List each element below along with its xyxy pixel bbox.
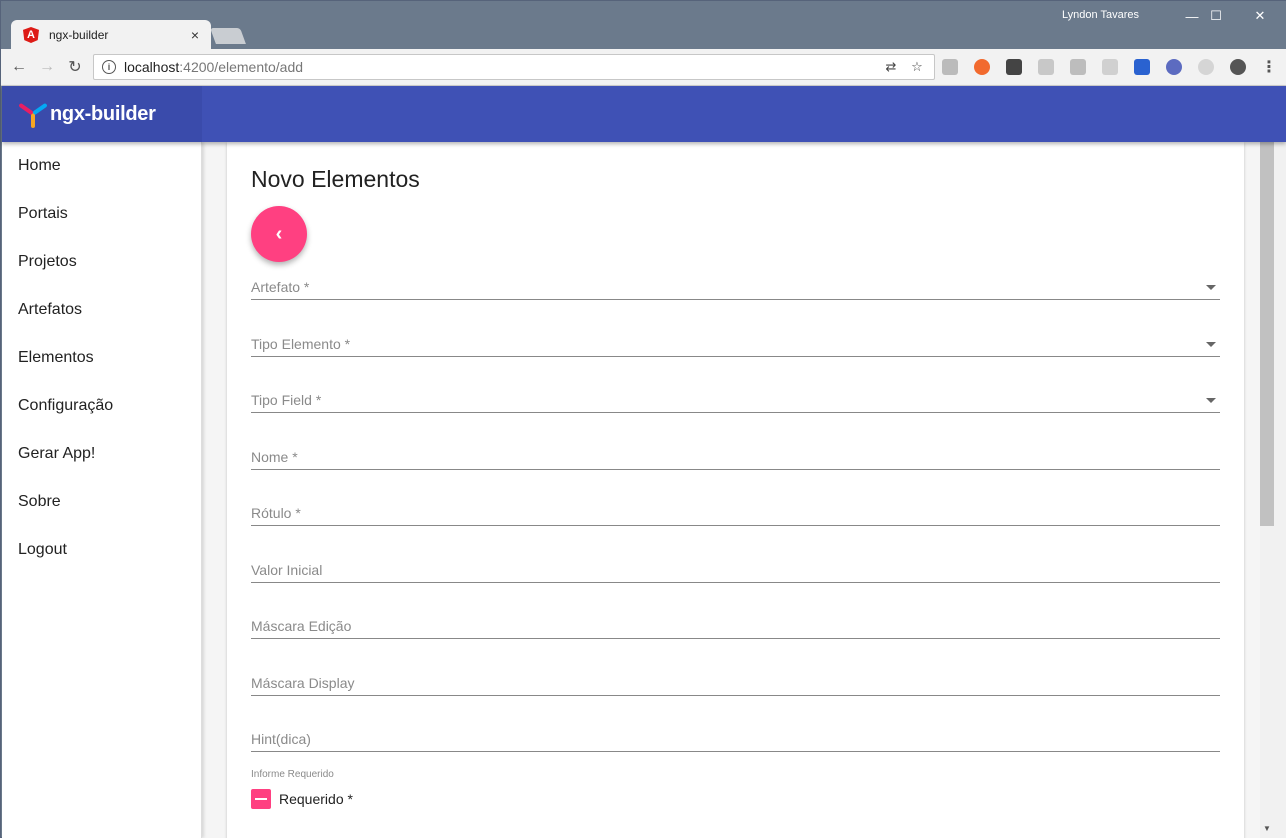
field-label: Valor Inicial — [251, 562, 323, 578]
gear-extension-icon[interactable] — [1038, 59, 1054, 75]
pocket-extension-icon[interactable] — [1006, 59, 1022, 75]
nav-item-portais[interactable]: Portais — [2, 190, 201, 238]
field-label: Máscara Edição — [251, 618, 352, 634]
field-label: Artefato * — [251, 279, 310, 295]
dropdown-arrow-icon — [1206, 285, 1216, 290]
ruler-extension-icon[interactable] — [1102, 59, 1118, 75]
url-path: :4200/elemento/add — [179, 59, 304, 75]
color-extension-icon[interactable] — [1134, 59, 1150, 75]
nav-item-artefatos[interactable]: Artefatos — [2, 286, 201, 334]
lifebuoy-extension-icon[interactable] — [974, 59, 990, 75]
tipo-elemento-select[interactable]: Tipo Elemento * — [251, 327, 1220, 357]
window-maximize-button[interactable]: ☐ — [1194, 4, 1238, 28]
rotulo-input[interactable]: Rótulo * — [251, 496, 1220, 526]
tab-close-icon[interactable]: × — [191, 27, 199, 43]
field-label: Máscara Display — [251, 675, 355, 691]
scroll-down-arrow-icon[interactable]: ▼ — [1260, 824, 1274, 834]
dropdown-arrow-icon — [1206, 398, 1216, 403]
browser-tab[interactable]: A ngx-builder × — [11, 20, 211, 50]
indeterminate-dash-icon — [255, 798, 267, 800]
brand-name: ngx-builder — [50, 102, 156, 125]
artefato-select[interactable]: Artefato * — [251, 270, 1220, 300]
chevron-left-icon: ‹ — [275, 222, 283, 245]
field-label: Tipo Field * — [251, 392, 322, 408]
page-scrollbar[interactable]: ▼ — [1260, 142, 1286, 838]
nome-input[interactable]: Nome * — [251, 440, 1220, 470]
required-checkbox-label[interactable]: Requerido * — [279, 791, 353, 807]
nav-item-sobre[interactable]: Sobre — [2, 478, 201, 526]
new-tab-button[interactable] — [210, 28, 246, 44]
info-icon[interactable]: i — [102, 60, 116, 74]
reload-icon[interactable]: ↻ — [65, 57, 85, 77]
tipo-field-select[interactable]: Tipo Field * — [251, 383, 1220, 413]
nav-item-configuracao[interactable]: Configuração — [2, 382, 201, 430]
scrollbar-thumb[interactable] — [1260, 142, 1274, 526]
hint-input[interactable]: Hint(dica) — [251, 722, 1220, 752]
field-label: Rótulo * — [251, 505, 301, 521]
redux-extension-icon[interactable] — [1166, 59, 1182, 75]
url-host: localhost — [124, 59, 180, 75]
app-toolbar: ngx-builder — [2, 86, 1286, 142]
window-close-button[interactable]: ✕ — [1238, 4, 1282, 28]
back-icon[interactable]: ← — [9, 57, 29, 77]
app-root: ngx-builder Home Portais Projetos Artefa… — [2, 86, 1286, 838]
required-checkbox-row[interactable]: Requerido * — [251, 789, 353, 809]
nav-item-logout[interactable]: Logout — [2, 526, 201, 574]
mascara-display-input[interactable]: Máscara Display — [251, 666, 1220, 696]
star-icon[interactable]: ☆ — [908, 58, 926, 76]
dropdown-arrow-icon — [1206, 342, 1216, 347]
url-text[interactable]: localhost:4200/elemento/add — [124, 59, 874, 75]
tag-extension-icon[interactable] — [1198, 59, 1214, 75]
browser-window: A ngx-builder × Lyndon Tavares ← → ↻ i l… — [0, 0, 1286, 838]
menu-kebab-icon[interactable]: ⋮ — [1259, 57, 1279, 77]
translate-icon[interactable]: ⇄ — [882, 58, 900, 76]
evernote-extension-icon[interactable] — [1230, 59, 1246, 75]
profile-name[interactable]: Lyndon Tavares — [1062, 9, 1139, 21]
forward-icon[interactable]: → — [37, 57, 57, 77]
address-bar[interactable]: i localhost:4200/elemento/add ⇄ ☆ — [93, 54, 935, 80]
field-label: Tipo Elemento * — [251, 336, 351, 352]
back-button[interactable]: ‹ — [251, 206, 307, 262]
page-title: Novo Elementos — [251, 166, 420, 192]
title-bar: A ngx-builder × Lyndon Tavares — [1, 1, 1286, 50]
side-nav: Home Portais Projetos Artefatos Elemento… — [2, 142, 202, 838]
tab-title: ngx-builder — [49, 28, 109, 42]
field-label: Nome * — [251, 449, 298, 465]
nav-item-gerar-app[interactable]: Gerar App! — [2, 430, 201, 478]
ngx-builder-logo-icon — [18, 99, 48, 129]
brand[interactable]: ngx-builder — [2, 86, 202, 142]
mascara-edicao-input[interactable]: Máscara Edição — [251, 609, 1220, 639]
valor-inicial-input[interactable]: Valor Inicial — [251, 553, 1220, 583]
main-content: Novo Elementos ‹ Artefato * Tipo Element… — [202, 142, 1260, 838]
required-hint-label: Informe Requerido — [251, 769, 334, 780]
nav-item-home[interactable]: Home — [2, 142, 201, 190]
camera-extension-icon[interactable] — [1070, 59, 1086, 75]
nav-item-elementos[interactable]: Elementos — [2, 334, 201, 382]
form-card: Novo Elementos ‹ Artefato * Tipo Element… — [227, 142, 1244, 838]
nav-item-projetos[interactable]: Projetos — [2, 238, 201, 286]
field-label: Hint(dica) — [251, 731, 311, 747]
angular-favicon-icon: A — [23, 27, 39, 43]
pdf-extension-icon[interactable] — [942, 59, 958, 75]
required-checkbox[interactable] — [251, 789, 271, 809]
browser-toolbar: ← → ↻ i localhost:4200/elemento/add ⇄ ☆ … — [1, 49, 1286, 86]
